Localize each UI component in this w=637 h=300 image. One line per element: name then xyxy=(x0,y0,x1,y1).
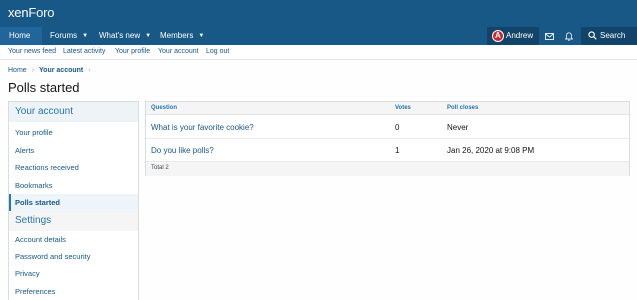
column-header-poll-closes: Poll closes xyxy=(447,105,479,111)
column-header-question: Question xyxy=(151,105,178,111)
table-header: Question Votes Poll closes xyxy=(146,102,629,115)
bell-icon xyxy=(565,31,573,41)
envelope-icon xyxy=(544,32,554,40)
nav-tab-label: Members xyxy=(160,31,194,40)
sidebar-item-preferences[interactable]: Preferences xyxy=(9,283,138,300)
poll-closes: Never xyxy=(447,123,469,132)
column-header-votes: Votes xyxy=(395,105,411,111)
chevron-down-icon[interactable]: ▼ xyxy=(82,27,88,45)
table-total: Total 2 xyxy=(151,165,169,171)
sidebar-item-reactions-received[interactable]: Reactions received xyxy=(9,159,138,176)
chevron-right-icon: › xyxy=(31,67,35,74)
subnav-your-profile[interactable]: Your profile xyxy=(115,48,150,55)
account-subnav: Your news feed Latest activity Your prof… xyxy=(0,45,637,60)
conversations-button[interactable] xyxy=(539,27,559,45)
sidebar-item-your-profile[interactable]: Your profile xyxy=(9,124,138,141)
nav-tab-home[interactable]: Home xyxy=(0,27,42,45)
breadcrumb-your-account[interactable]: Your account xyxy=(39,67,83,74)
subnav-log-out[interactable]: Log out xyxy=(206,48,229,55)
sidebar-item-password-security[interactable]: Password and security xyxy=(9,248,138,265)
page-title: Polls started xyxy=(8,80,80,95)
table-row: What is your favorite cookie? 0 Never xyxy=(146,116,629,139)
main-nav: Home Forums ▼ What's new ▼ Members ▼ Andrew… xyxy=(0,27,637,45)
poll-question-link[interactable]: Do you like polls? xyxy=(151,146,214,155)
poll-votes: 0 xyxy=(395,123,400,132)
table-footer: Total 2 xyxy=(146,162,629,176)
alerts-button[interactable] xyxy=(559,27,579,45)
avatar xyxy=(492,27,504,45)
user-name: Andrew xyxy=(506,31,534,40)
site-logo[interactable]: xenForo xyxy=(8,5,55,20)
site-header: xenForo xyxy=(0,0,637,27)
subnav-your-account[interactable]: Your account xyxy=(158,48,199,55)
search-label: Search xyxy=(600,31,626,40)
logo-sub: Foro xyxy=(28,5,55,20)
sidebar-item-account-details[interactable]: Account details xyxy=(9,231,138,248)
nav-tab-whats-new[interactable]: What's new ▼ xyxy=(99,27,151,45)
polls-table: Question Votes Poll closes What is your … xyxy=(145,101,630,176)
nav-tab-forums[interactable]: Forums ▼ xyxy=(50,27,88,45)
account-sidebar: Your account Your profile Alerts Reactio… xyxy=(8,101,139,300)
sidebar-item-alerts[interactable]: Alerts xyxy=(9,142,138,159)
sidebar-heading-settings: Settings xyxy=(9,211,138,231)
breadcrumb: Home › Your account › xyxy=(8,67,96,74)
subnav-news-feed[interactable]: Your news feed xyxy=(8,48,56,55)
logo-main: xen xyxy=(8,5,29,20)
sidebar-item-bookmarks[interactable]: Bookmarks xyxy=(9,177,138,194)
sidebar-heading-your-account: Your account xyxy=(9,102,138,122)
poll-votes: 1 xyxy=(395,146,400,155)
table-row: Do you like polls? 1 Jan 26, 2020 at 9:0… xyxy=(146,139,629,162)
chevron-down-icon[interactable]: ▼ xyxy=(145,27,151,45)
nav-tab-members[interactable]: Members ▼ xyxy=(160,27,204,45)
nav-tab-label: What's new xyxy=(99,31,141,40)
search-button[interactable]: Search xyxy=(581,27,637,45)
sidebar-item-privacy[interactable]: Privacy xyxy=(9,265,138,282)
search-icon xyxy=(588,31,597,40)
account-button[interactable]: Andrew xyxy=(487,27,539,45)
chevron-right-icon: › xyxy=(88,67,91,74)
nav-tab-label: Home xyxy=(9,31,31,40)
poll-question-link[interactable]: What is your favorite cookie? xyxy=(151,123,254,132)
chevron-down-icon[interactable]: ▼ xyxy=(198,27,204,45)
sidebar-item-polls-started[interactable]: Polls started xyxy=(9,194,138,211)
subnav-latest-activity[interactable]: Latest activity xyxy=(63,48,105,55)
breadcrumb-home[interactable]: Home xyxy=(8,67,27,74)
poll-closes: Jan 26, 2020 at 9:08 PM xyxy=(447,146,535,155)
nav-tab-label: Forums xyxy=(50,31,78,40)
